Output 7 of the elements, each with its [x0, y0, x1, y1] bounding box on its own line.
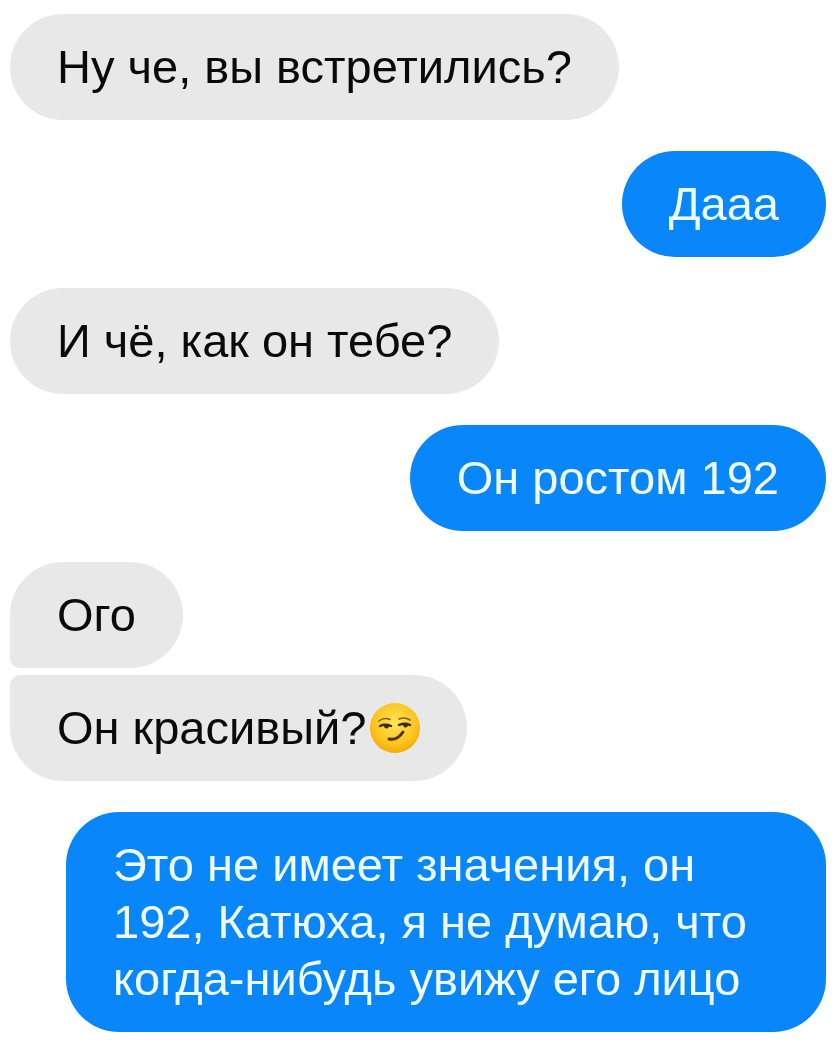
message-text: Он красивый?	[57, 700, 367, 756]
message-text: Ну че, вы встретились?	[57, 39, 572, 95]
message-text: Это не имеет значения, он 192, Катюха, я не думаю, что когда-нибудь увижу его лицо	[113, 837, 748, 1007]
message-text: И чё, как он тебе?	[57, 313, 453, 369]
message-text: Дааа	[668, 176, 779, 232]
message-text: Он ростом 192	[456, 450, 779, 506]
message-text: Ого	[57, 587, 136, 643]
